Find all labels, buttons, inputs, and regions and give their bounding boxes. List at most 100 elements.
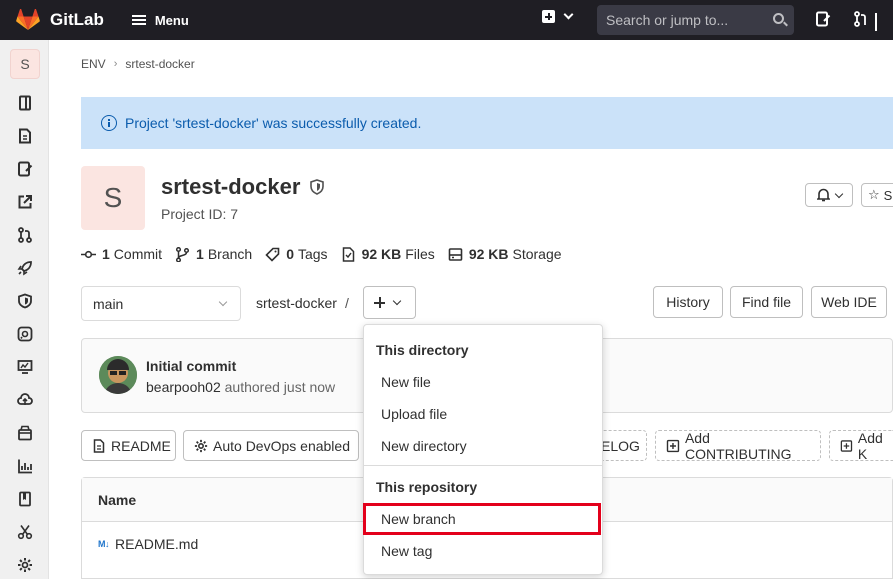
stat-label: Commit <box>113 246 163 262</box>
readme-label: README <box>111 437 171 454</box>
chevron-down-icon <box>218 297 228 307</box>
info-icon <box>101 115 117 131</box>
wiki-book-icon[interactable] <box>17 491 33 507</box>
project-avatar: S <box>81 166 145 230</box>
security-shield-icon[interactable] <box>17 293 33 309</box>
bell-icon <box>816 188 830 202</box>
new-item-dropdown[interactable] <box>542 9 574 23</box>
hamburger-icon <box>131 15 146 25</box>
packages-icon[interactable] <box>17 425 33 441</box>
chevron-down-icon[interactable] <box>875 13 877 31</box>
avatar[interactable] <box>99 356 137 394</box>
breadcrumb: ENV › srtest-docker <box>81 57 195 71</box>
issues-nav-icon[interactable] <box>815 11 831 30</box>
tag-icon <box>265 247 280 262</box>
deployments-icon[interactable] <box>17 326 33 342</box>
add-contributing-button[interactable]: Add CONTRIBUTING <box>655 429 821 462</box>
external-link-icon[interactable] <box>17 194 33 210</box>
stat-value: 1 <box>102 246 110 262</box>
history-button[interactable]: History <box>653 286 723 318</box>
commit-author[interactable]: bearpooh02 <box>146 379 221 395</box>
path-separator: / <box>345 295 349 311</box>
plus-icon <box>374 297 385 308</box>
visibility-shield-icon <box>310 179 325 195</box>
contributing-label: Add CONTRIBUTING <box>684 429 792 462</box>
chevron-down-icon <box>392 296 402 306</box>
stat-label: Branch <box>207 246 253 262</box>
monitor-icon[interactable] <box>17 359 33 375</box>
commit-icon <box>81 250 96 258</box>
menu-item-new-directory[interactable]: New directory <box>365 431 601 461</box>
top-navbar: GitLab Menu Search or jump to... <box>0 0 893 40</box>
stat-commits[interactable]: 1 Commit <box>81 246 162 262</box>
branch-name: main <box>93 295 124 312</box>
stat-value: 92 KB <box>361 246 402 262</box>
success-alert: Project 'srtest-docker' was successfully… <box>81 97 893 149</box>
file-name[interactable]: README.md <box>115 536 198 552</box>
stat-label: Tags <box>297 246 328 262</box>
stat-storage[interactable]: 92 KB Storage <box>448 246 562 262</box>
plus-square-icon <box>542 10 555 23</box>
stat-files[interactable]: 92 KB Files <box>341 246 435 262</box>
menu-item-new-file[interactable]: New file <box>365 367 601 397</box>
add-to-tree-dropdown[interactable] <box>363 286 416 319</box>
snippets-scissors-icon[interactable] <box>17 524 33 540</box>
readme-button[interactable]: README <box>81 430 176 461</box>
infrastructure-cloud-icon[interactable] <box>17 392 33 408</box>
chevron-right-icon: › <box>113 58 118 70</box>
menu-button[interactable]: Menu <box>131 12 189 28</box>
chevron-down-icon <box>834 189 843 198</box>
gitlab-tanuki-icon <box>16 9 40 30</box>
user-avatar-image <box>99 356 137 394</box>
breadcrumb-group[interactable]: ENV <box>81 57 106 71</box>
left-sidebar: S <box>0 40 49 579</box>
breadcrumb-project[interactable]: srtest-docker <box>125 57 194 71</box>
star-label: S <box>883 187 893 203</box>
stat-value: 0 <box>286 246 294 262</box>
changelog-label: ELOG <box>601 437 640 454</box>
commit-title[interactable]: Initial commit <box>146 358 236 374</box>
star-button[interactable]: ☆ S <box>861 183 893 207</box>
stat-tags[interactable]: 0 Tags <box>265 246 328 262</box>
project-initial-large: S <box>103 182 123 213</box>
project-name: srtest-docker <box>161 174 301 199</box>
cicd-rocket-icon[interactable] <box>17 260 33 276</box>
project-avatar-small[interactable]: S <box>10 49 40 79</box>
stat-label: Storage <box>512 246 562 262</box>
commit-time: authored just now <box>224 379 336 395</box>
repo-path[interactable]: srtest-docker <box>256 295 337 311</box>
branch-select[interactable]: main <box>81 286 241 321</box>
gitlab-logo[interactable]: GitLab <box>16 9 104 31</box>
menu-item-new-tag[interactable]: New tag <box>365 536 601 566</box>
settings-gear-icon[interactable] <box>17 557 33 573</box>
issues-icon[interactable] <box>17 161 33 177</box>
file-icon <box>93 438 105 453</box>
find-file-button[interactable]: Find file <box>730 286 803 318</box>
auto-devops-button[interactable]: Auto DevOps enabled <box>183 430 359 461</box>
search-input[interactable]: Search or jump to... <box>597 5 794 35</box>
add-dropdown-menu: This directory New file Upload file New … <box>363 324 603 575</box>
stat-branches[interactable]: 1 Branch <box>175 246 252 262</box>
search-icon <box>773 13 784 24</box>
notification-button[interactable] <box>805 183 853 207</box>
auto-devops-label: Auto DevOps enabled <box>213 437 350 454</box>
search-placeholder: Search or jump to... <box>606 12 729 28</box>
branch-icon <box>175 246 190 262</box>
menu-item-upload-file[interactable]: Upload file <box>365 399 601 429</box>
project-overview-icon[interactable] <box>17 95 33 111</box>
analytics-chart-icon[interactable] <box>17 458 33 474</box>
menu-label: Menu <box>154 12 189 28</box>
app-name: GitLab <box>50 10 104 29</box>
repository-icon[interactable] <box>17 128 33 144</box>
alert-message: Project 'srtest-docker' was successfully… <box>125 115 422 131</box>
merge-requests-icon[interactable] <box>17 227 33 243</box>
add-k-label: Add K <box>857 429 883 462</box>
project-id: Project ID: 7 <box>161 206 239 222</box>
plus-square-icon <box>666 439 680 452</box>
merge-requests-nav-icon[interactable] <box>853 11 869 30</box>
project-title: srtest-docker <box>161 174 325 200</box>
web-ide-button[interactable]: Web IDE <box>811 286 887 318</box>
storage-icon <box>448 247 463 261</box>
stat-value: 92 KB <box>468 246 509 262</box>
add-kubernetes-button[interactable]: Add K <box>829 429 893 462</box>
